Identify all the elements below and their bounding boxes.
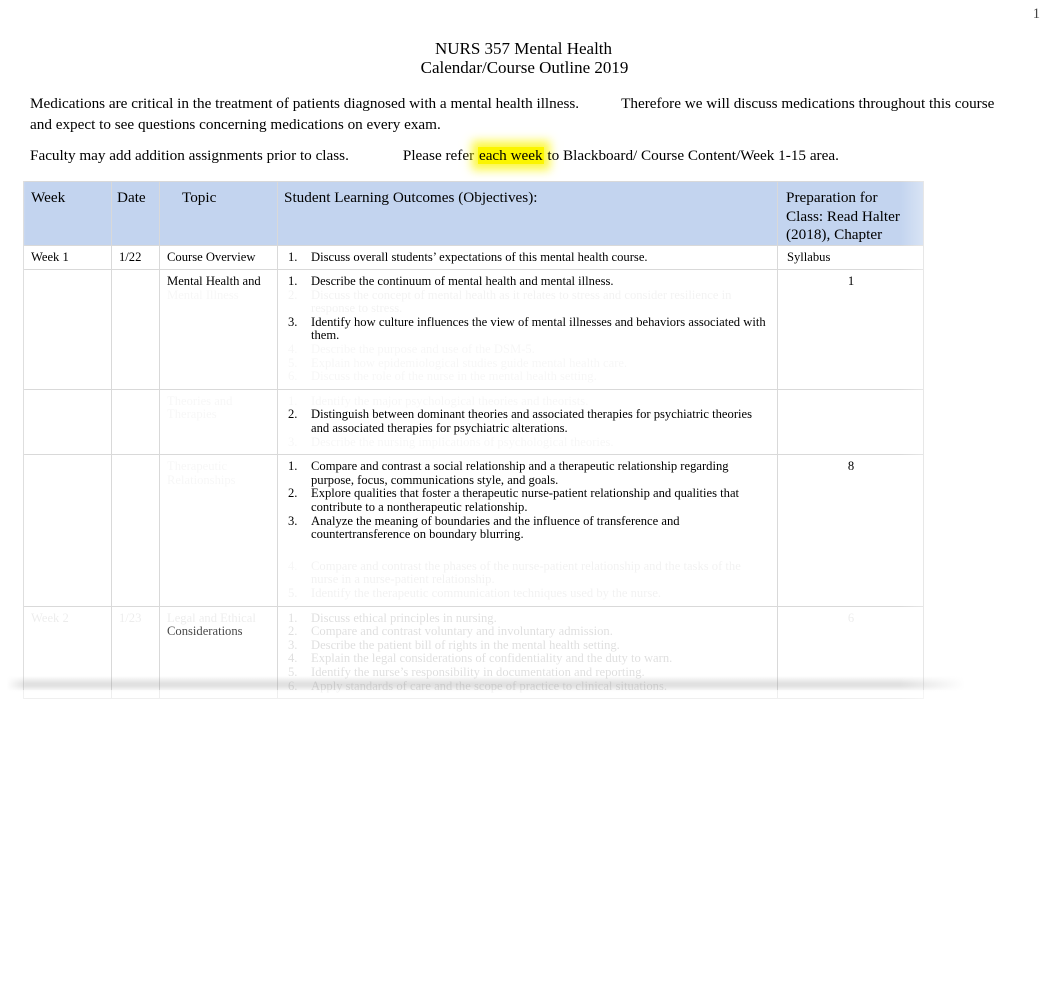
intro-p2-sentence-2: Please refer <box>402 147 475 164</box>
objective-item: 4.Describe the purpose and use of the DS… <box>285 343 771 357</box>
objective-item: 3.Describe the nursing implications of p… <box>285 436 771 450</box>
cell-objectives: 1. Discuss ethical principles in nursing.… <box>277 605 778 700</box>
cell-objectives: 1. Describe the continuum of mental healt… <box>277 269 778 390</box>
document-title: NURS 357 Mental Health Calendar/Course O… <box>0 39 1062 77</box>
scan-fade-edge-right <box>900 181 1062 821</box>
table-row: Therapeutic Relationships 1.Compare and … <box>23 454 924 607</box>
objectives-list: 1. Discuss ethical principles in nursing.… <box>285 610 771 694</box>
table-row: Mental Health and Mental Illness 1.Descr… <box>23 269 924 390</box>
table-row: Week 2 1/23 Legal and Ethical Considerat… <box>23 605 924 700</box>
objective-item: 5. Identify the therapeutic communication… <box>288 585 662 600</box>
objective-item: 2. Discuss the concept of mental health a… <box>288 287 732 316</box>
cell-date <box>111 388 160 456</box>
cell-objectives: 1.Identify the major psychological theor… <box>277 388 778 456</box>
topic-label-line-2: Considerations <box>167 624 243 639</box>
cell-week: Week 1 <box>23 244 112 271</box>
cell-preparation: 8 <box>777 454 924 607</box>
cell-topic: Therapeutic Relationships <box>159 454 278 607</box>
objective-item: 2. Compare and contrast voluntary and inv… <box>288 624 613 639</box>
cell-week: Week 2 <box>23 605 112 700</box>
table-row: Theories and Therapies 1.Identify the ma… <box>23 388 924 456</box>
intro-p1-sentence-1: Medications are critical in the treatmen… <box>30 95 580 112</box>
column-header-preparation-for-class: Preparation for Class: Read Halter (2018… <box>777 181 924 246</box>
objective-item: 4. Explain the legal considerations of co… <box>288 651 673 666</box>
topic-label: Mental Health and <box>167 274 261 289</box>
objective-item: 2. Explore qualities that foster a therap… <box>288 486 740 514</box>
document-title-line-2: Calendar/Course Outline 2019 <box>420 57 629 77</box>
column-header-date: Date <box>111 181 160 246</box>
course-calendar-table-wrapper: Week Date Topic Student Learning Outcome… <box>23 181 924 700</box>
cell-date <box>111 269 160 390</box>
highlighted-each-week: each week <box>477 147 544 164</box>
intro-p2-sentence-3: to Blackboard/ Course Content/Week 1-15 … <box>547 147 839 164</box>
column-header-topic: Topic <box>159 181 278 246</box>
table-body: Week 1 1/22 Course Overview 1. Discuss ov… <box>23 244 924 700</box>
document-page: 1 NURS 357 Mental Health Calendar/Course… <box>0 0 1062 1001</box>
objective-item: 5.Explain how epidemiological studies gu… <box>285 357 771 371</box>
objectives-list: 1. Describe the continuum of mental healt… <box>285 274 771 384</box>
cell-date <box>111 454 160 607</box>
objective-item: 6.Discuss the role of the nurse in the m… <box>285 370 771 384</box>
table-header: Week Date Topic Student Learning Outcome… <box>23 181 924 246</box>
objective-item: 1. Describe the continuum of mental healt… <box>288 274 614 289</box>
cell-topic: Legal and Ethical Considerations <box>159 605 278 700</box>
cell-objectives: 1. Compare and contrast a social relation… <box>277 454 778 607</box>
intro-paragraph-2: Faculty may add addition assignments pri… <box>30 145 998 166</box>
intro-p2-sentence-1: Faculty may add addition assignments pri… <box>30 147 349 164</box>
scan-fade-band-bottom <box>0 690 1062 815</box>
objectives-list: 1.Identify the major psychological theor… <box>285 395 771 449</box>
column-header-week: Week <box>23 181 112 246</box>
topic-label: Legal and Ethical <box>167 610 256 625</box>
cell-week <box>23 454 112 607</box>
document-title-line-1: NURS 357 Mental Health <box>434 39 613 58</box>
course-calendar-table: Week Date Topic Student Learning Outcome… <box>23 181 924 700</box>
intro-paragraph-1: Medications are critical in the treatmen… <box>30 93 998 135</box>
objective-item: 3. Analyze the meaning of boundaries and … <box>288 513 680 542</box>
column-header-student-learning-outcomes: Student Learning Outcomes (Objectives): <box>277 181 778 246</box>
objective-item: 1. Discuss overall students’ expectations… <box>288 249 648 264</box>
cell-week <box>23 388 112 456</box>
table-row: Week 1 1/22 Course Overview 1. Discuss ov… <box>23 244 924 271</box>
table-header-row: Week Date Topic Student Learning Outcome… <box>23 181 924 246</box>
cell-topic: Theories and Therapies <box>159 388 278 456</box>
cell-topic: Mental Health and Mental Illness <box>159 269 278 390</box>
objectives-list: 1. Discuss overall students’ expectations… <box>285 249 771 265</box>
cell-week <box>23 269 112 390</box>
cell-date: 1/22 <box>111 244 160 271</box>
cell-preparation: Syllabus <box>777 244 924 271</box>
objective-item: 1. Compare and contrast a social relation… <box>288 459 729 487</box>
objective-item: 3. Identify how culture influences the vi… <box>288 314 766 343</box>
cell-objectives: 1. Discuss overall students’ expectations… <box>277 244 778 271</box>
objective-item: 1. Discuss ethical principles in nursing. <box>288 610 497 625</box>
objective-item: 1.Identify the major psychological theor… <box>285 395 771 409</box>
cell-preparation: 1 <box>777 269 924 390</box>
objective-item: 2. Distinguish between dominant theories … <box>288 407 753 436</box>
objectives-list: 1. Compare and contrast a social relation… <box>285 460 771 600</box>
cell-date: 1/23 <box>111 605 160 700</box>
page-number: 1 <box>1032 6 1040 22</box>
objective-item: 5. Identify the nurse’s responsibility in… <box>288 664 645 679</box>
cell-preparation <box>777 388 924 456</box>
objective-item: 6. Apply standards of care and the scope … <box>288 678 668 693</box>
cell-topic: Course Overview <box>159 244 278 271</box>
objective-item: 3. Describe the patient bill of rights in… <box>288 637 620 652</box>
cell-preparation: 6 <box>777 605 924 700</box>
topic-label-faded: Mental Illness <box>167 288 239 302</box>
objective-item: 4.Compare and contrast the phases of the… <box>311 558 741 587</box>
